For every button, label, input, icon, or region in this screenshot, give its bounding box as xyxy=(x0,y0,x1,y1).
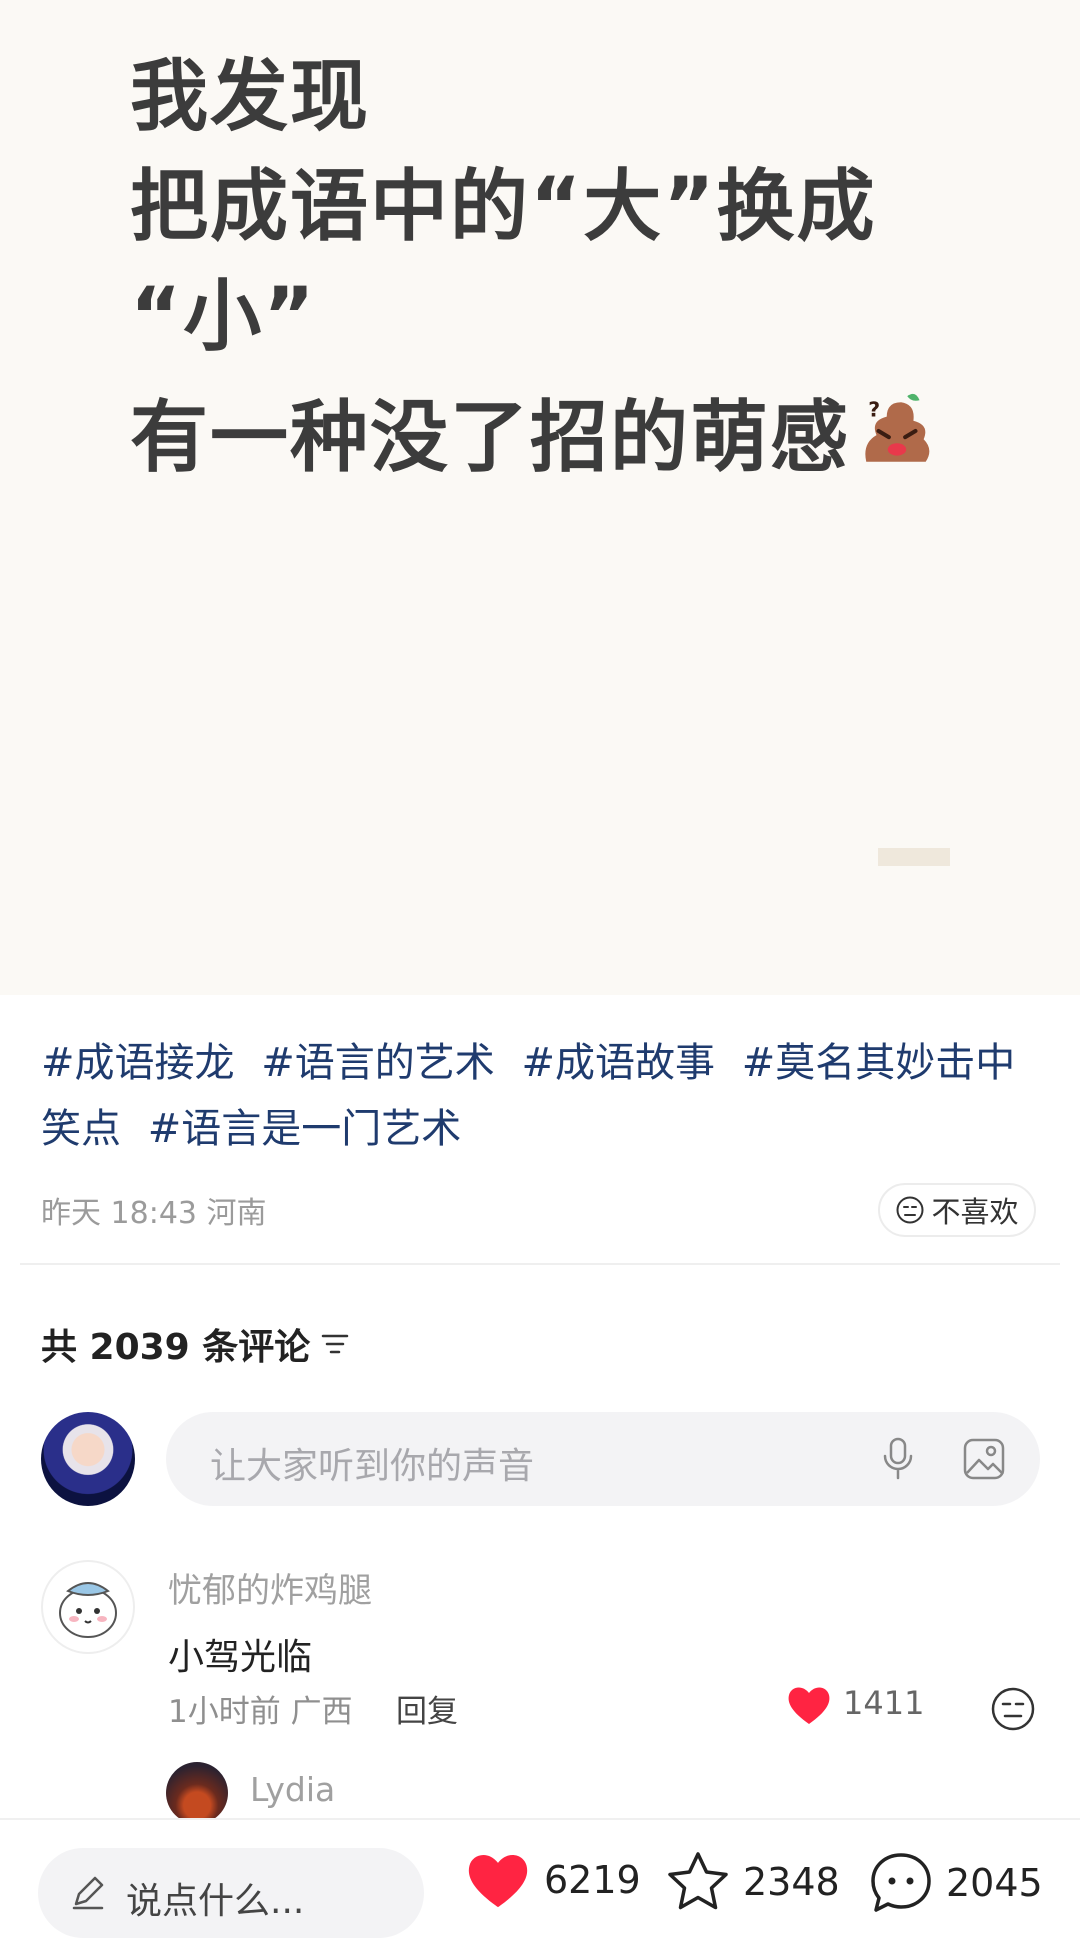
dislike-label: 不喜欢 xyxy=(931,1195,1019,1229)
say-something-input[interactable]: 说点什么... xyxy=(38,1848,424,1938)
bottom-action-bar: 说点什么... 6219 2348 2045 xyxy=(0,1818,1080,1938)
comment-input-placeholder: 让大家听到你的声音 xyxy=(210,1446,535,1487)
sub-comment-avatar[interactable] xyxy=(166,1762,228,1824)
like-button[interactable]: 6219 xyxy=(464,1850,641,1910)
comment-input[interactable]: 让大家听到你的声音 xyxy=(166,1412,1040,1506)
heart-icon xyxy=(468,1854,528,1908)
svg-text:?: ? xyxy=(868,398,882,422)
image-page-indicator xyxy=(878,848,950,866)
dislike-button[interactable]: 不喜欢 xyxy=(878,1183,1036,1237)
hashtag[interactable]: #语言是一门艺术 xyxy=(148,1106,462,1152)
cartoon-avatar-icon xyxy=(59,1582,117,1638)
my-avatar[interactable] xyxy=(41,1412,135,1506)
post-image-line-4: 有一种没了招的萌感 ? xyxy=(130,390,938,483)
hashtag-list: #成语接龙 #语言的艺术 #成语故事 #莫名其妙击中笑点 #语言是一门艺术 xyxy=(41,1030,1041,1162)
comment-text: 小驾光临 xyxy=(168,1637,313,1678)
comment-count-label: 共 2039 条评论 xyxy=(41,1327,311,1368)
hashtag[interactable]: #语言的艺术 xyxy=(261,1040,495,1086)
comment-avatar[interactable] xyxy=(41,1560,135,1654)
neutral-face-icon[interactable] xyxy=(990,1686,1036,1732)
dislike-face-icon xyxy=(896,1196,924,1224)
hashtag[interactable]: #成语故事 xyxy=(521,1040,715,1086)
post-image-line-3: “小” xyxy=(130,272,317,362)
poop-emoji-icon: ? xyxy=(865,393,930,462)
comment-count[interactable]: 共 2039 条评论 xyxy=(41,1318,350,1370)
heart-icon[interactable] xyxy=(786,1684,832,1726)
comment-username[interactable]: 忧郁的炸鸡腿 xyxy=(168,1563,372,1612)
comment-time-location: 1小时前 广西 xyxy=(168,1694,353,1730)
comment-button[interactable]: 2045 xyxy=(868,1850,1043,1916)
post-image-line-2: 把成语中的“大”换成 xyxy=(130,162,877,252)
hashtag[interactable]: #成语接龙 xyxy=(41,1040,235,1086)
reply-button[interactable]: 回复 xyxy=(396,1686,458,1731)
like-count: 6219 xyxy=(544,1858,641,1902)
image-icon[interactable] xyxy=(962,1437,1006,1481)
comment-like-count: 1411 xyxy=(843,1684,925,1722)
sub-comment-username[interactable]: Lydia xyxy=(250,1770,335,1809)
mic-icon[interactable] xyxy=(878,1436,918,1482)
divider xyxy=(20,1263,1060,1265)
post-image-line-4-text: 有一种没了招的 xyxy=(130,393,691,483)
highlighted-word: 萌感 xyxy=(690,393,851,483)
comment-total: 2045 xyxy=(946,1861,1043,1905)
star-icon xyxy=(668,1852,728,1910)
post-image-line-1: 我发现 xyxy=(130,52,371,142)
comment-bubble-icon xyxy=(871,1853,931,1912)
post-meta: 昨天 18:43 河南 xyxy=(41,1196,267,1231)
sort-icon xyxy=(322,1334,349,1354)
favorite-count: 2348 xyxy=(743,1860,840,1904)
say-something-placeholder: 说点什么... xyxy=(126,1881,305,1922)
favorite-button[interactable]: 2348 xyxy=(665,1850,840,1914)
pen-icon xyxy=(72,1876,104,1910)
post-image[interactable]: 我发现 把成语中的“大”换成 “小” 有一种没了招的萌感 ? xyxy=(0,0,1080,995)
